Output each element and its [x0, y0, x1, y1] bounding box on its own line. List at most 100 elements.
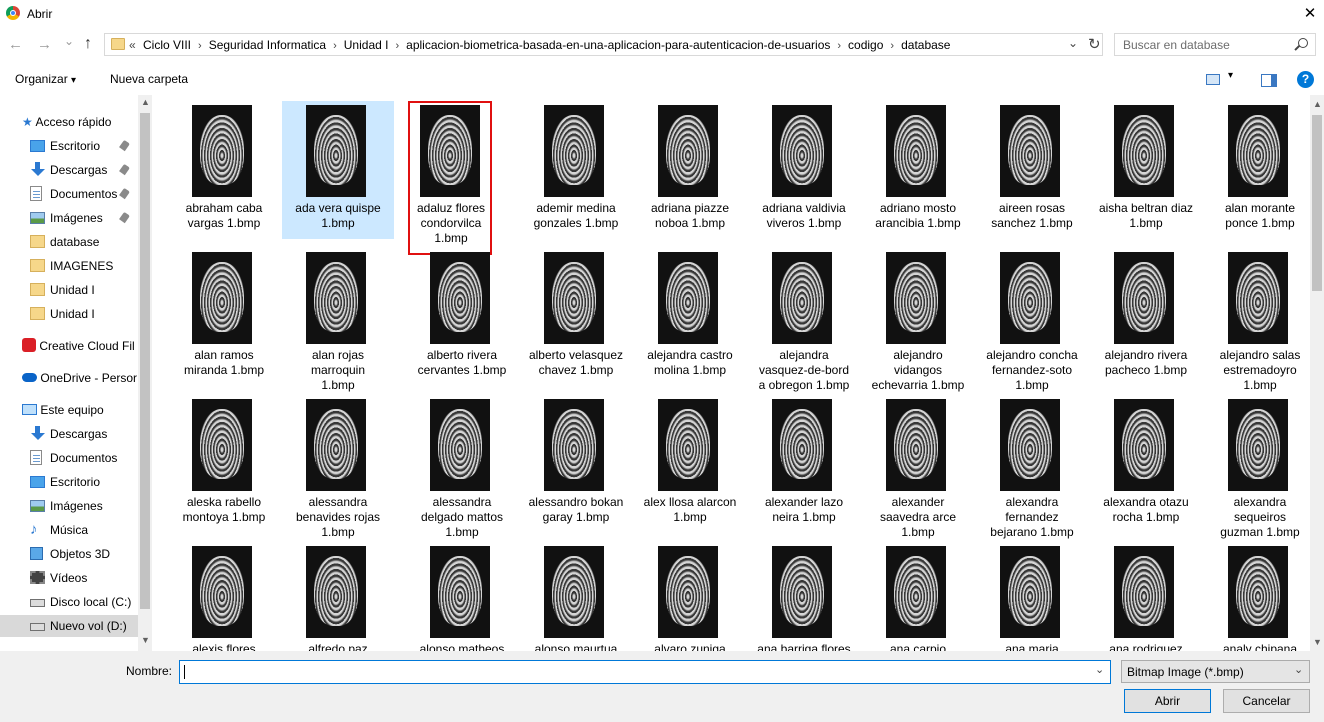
- file-tile[interactable]: alejandra castro molina 1.bmp: [634, 248, 746, 386]
- open-button[interactable]: Abrir: [1124, 689, 1211, 713]
- scroll-up-arrow[interactable]: ▲: [141, 97, 150, 107]
- file-tile[interactable]: adriana valdivia viveros 1.bmp: [748, 101, 860, 239]
- file-tile[interactable]: alejandra vasquez-de-bord a obregon 1.bmp: [748, 248, 860, 392]
- scroll-down-arrow[interactable]: ▼: [141, 635, 150, 645]
- file-tile[interactable]: alonso maurtua: [520, 542, 632, 651]
- file-tile[interactable]: alexander saavedra arce 1.bmp: [862, 395, 974, 539]
- navigation-scrollbar[interactable]: ▲ ▼: [138, 95, 152, 651]
- file-tile[interactable]: ada vera quispe 1.bmp: [282, 101, 394, 239]
- sidebar-item-onedrive[interactable]: OneDrive - Persor: [22, 367, 137, 389]
- sidebar-item-unidad-i[interactable]: Unidad I: [30, 279, 150, 301]
- view-options-button[interactable]: ▾: [1206, 70, 1242, 88]
- file-tile[interactable]: alberto velasquez chavez 1.bmp: [520, 248, 632, 386]
- file-tile[interactable]: alexandra otazu rocha 1.bmp: [1090, 395, 1202, 533]
- file-tile[interactable]: alan ramos miranda 1.bmp: [168, 248, 280, 386]
- breadcrumb-item[interactable]: aplicacion-biometrica-basada-en-una-apli…: [406, 38, 830, 52]
- file-type-select[interactable]: Bitmap Image (*.bmp) ⌄: [1121, 660, 1310, 683]
- sidebar-item-imagenes[interactable]: IMAGENES: [30, 255, 150, 277]
- organize-button[interactable]: Organizar ▾: [15, 72, 76, 86]
- file-tile[interactable]: abraham caba vargas 1.bmp: [168, 101, 280, 239]
- sidebar-item-descargas[interactable]: Descargas: [30, 159, 150, 181]
- file-tile[interactable]: ademir medina gonzales 1.bmp: [520, 101, 632, 239]
- file-tile[interactable]: alejandro concha fernandez-soto 1.bmp: [976, 248, 1088, 392]
- breadcrumb-separator[interactable]: ›: [890, 40, 894, 52]
- file-tile[interactable]: alejandro rivera pacheco 1.bmp: [1090, 248, 1202, 386]
- breadcrumb-item[interactable]: Unidad I: [344, 38, 389, 52]
- file-tile[interactable]: adriana piazze noboa 1.bmp: [634, 101, 746, 239]
- file-tile[interactable]: alejandro vidangos echevarria 1.bmp: [862, 248, 974, 392]
- file-tile[interactable]: ana maria: [976, 542, 1088, 651]
- help-button[interactable]: ?: [1297, 71, 1314, 88]
- recent-locations-button[interactable]: ⌄: [64, 34, 74, 48]
- search-box[interactable]: Buscar en database: [1114, 33, 1316, 56]
- file-tile[interactable]: alessandra benavides rojas 1.bmp: [282, 395, 394, 539]
- file-tile[interactable]: ana rodriguez: [1090, 542, 1202, 651]
- scroll-up-arrow[interactable]: ▲: [1313, 99, 1322, 109]
- address-box[interactable]: « Ciclo VIII › Seguridad Informatica › Unida…: [104, 33, 1103, 56]
- chevron-down-icon[interactable]: ⌄: [1095, 663, 1104, 676]
- cancel-button[interactable]: Cancelar: [1223, 689, 1310, 713]
- file-tile[interactable]: alberto rivera cervantes 1.bmp: [406, 248, 518, 386]
- breadcrumb-item[interactable]: codigo: [848, 38, 883, 52]
- file-tile[interactable]: alvaro zuniga: [634, 542, 746, 651]
- breadcrumb-item[interactable]: database: [901, 38, 950, 52]
- forward-button[interactable]: →: [37, 36, 52, 53]
- close-button[interactable]: ✕: [1298, 4, 1322, 24]
- sidebar-item-nuevo-vol-d-[interactable]: Nuevo vol (D:): [0, 615, 138, 637]
- sidebar-item-unidad-i[interactable]: Unidad I: [30, 303, 150, 325]
- sidebar-item-im-genes[interactable]: Imágenes: [30, 207, 150, 229]
- sidebar-item-documentos[interactable]: Documentos: [30, 447, 150, 469]
- sidebar-item-quick-access[interactable]: ★ Acceso rápido: [22, 111, 111, 133]
- sidebar-item-escritorio[interactable]: Escritorio: [30, 471, 150, 493]
- breadcrumb-separator[interactable]: ›: [333, 40, 337, 52]
- file-tile[interactable]: alessandra delgado mattos 1.bmp: [406, 395, 518, 539]
- sidebar-item-documentos[interactable]: Documentos: [30, 183, 150, 205]
- file-tile[interactable]: alex llosa alarcon 1.bmp: [634, 395, 746, 533]
- address-dropdown-button[interactable]: ⌄: [1068, 36, 1078, 50]
- file-tile[interactable]: adaluz flores condorvilca 1.bmp: [406, 101, 518, 255]
- file-tile[interactable]: alan morante ponce 1.bmp: [1204, 101, 1316, 239]
- sidebar-item-escritorio[interactable]: Escritorio: [30, 135, 150, 157]
- file-tile[interactable]: aleska rabello montoya 1.bmp: [168, 395, 280, 533]
- file-tile[interactable]: alexandra fernandez bejarano 1.bmp: [976, 395, 1088, 539]
- file-tile[interactable]: alexandra sequeiros guzman 1.bmp: [1204, 395, 1316, 539]
- breadcrumb-separator[interactable]: ›: [198, 40, 202, 52]
- sidebar-item-objetos-3d[interactable]: Objetos 3D: [30, 543, 150, 565]
- file-tile[interactable]: alfredo paz: [282, 542, 394, 651]
- scrollbar-thumb[interactable]: [140, 113, 150, 609]
- file-tile[interactable]: aireen rosas sanchez 1.bmp: [976, 101, 1088, 239]
- file-tile[interactable]: alexander lazo neira 1.bmp: [748, 395, 860, 533]
- preview-pane-button[interactable]: [1261, 74, 1277, 87]
- file-tile[interactable]: aisha beltran diaz 1.bmp: [1090, 101, 1202, 239]
- breadcrumb-item[interactable]: Ciclo VIII: [143, 38, 191, 52]
- back-button[interactable]: ←: [8, 36, 23, 53]
- scroll-down-arrow[interactable]: ▼: [1313, 637, 1322, 647]
- file-tile[interactable]: alan rojas marroquin 1.bmp: [282, 248, 394, 392]
- file-tile[interactable]: alexis flores: [168, 542, 280, 651]
- search-input[interactable]: Buscar en database: [1123, 38, 1230, 52]
- refresh-button[interactable]: ↻: [1088, 35, 1101, 53]
- sidebar-item-creative-cloud[interactable]: Creative Cloud Fil: [22, 335, 135, 357]
- sidebar-item-v-deos[interactable]: Vídeos: [30, 567, 150, 589]
- file-tile[interactable]: ana barriga flores: [748, 542, 860, 651]
- file-tile[interactable]: alessandro bokan garay 1.bmp: [520, 395, 632, 533]
- sidebar-item-database[interactable]: database: [30, 231, 150, 253]
- file-tile[interactable]: analy chipana: [1204, 542, 1316, 651]
- breadcrumb-separator[interactable]: ›: [395, 40, 399, 52]
- scrollbar-thumb[interactable]: [1312, 115, 1322, 291]
- file-tile[interactable]: adriano mosto arancibia 1.bmp: [862, 101, 974, 239]
- content-scrollbar[interactable]: ▲ ▼: [1310, 95, 1324, 651]
- up-button[interactable]: ↑: [84, 35, 92, 53]
- sidebar-item-descargas[interactable]: Descargas: [30, 423, 150, 445]
- breadcrumb-item[interactable]: Seguridad Informatica: [209, 38, 326, 52]
- new-folder-button[interactable]: Nueva carpeta: [110, 72, 188, 86]
- sidebar-item-m-sica[interactable]: ♪ Música: [30, 519, 150, 541]
- breadcrumb-overflow[interactable]: «: [129, 38, 136, 52]
- sidebar-item-im-genes[interactable]: Imágenes: [30, 495, 150, 517]
- file-tile[interactable]: alonso matheos: [406, 542, 518, 651]
- sidebar-item-disco-local-c-[interactable]: Disco local (C:): [30, 591, 150, 613]
- filename-input[interactable]: ⌄: [179, 660, 1111, 684]
- sidebar-item-this-pc[interactable]: Este equipo: [22, 399, 104, 421]
- file-tile[interactable]: ana carpio: [862, 542, 974, 651]
- file-tile[interactable]: alejandro salas estremadoyro 1.bmp: [1204, 248, 1316, 392]
